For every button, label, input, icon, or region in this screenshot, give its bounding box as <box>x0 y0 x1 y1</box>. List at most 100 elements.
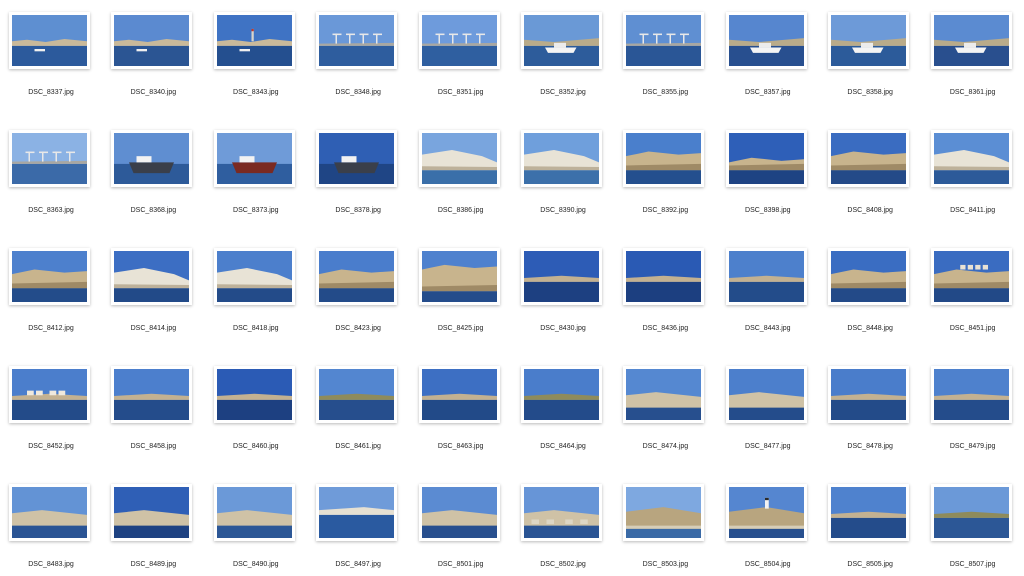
photo-tile[interactable]: DSC_8343.jpg <box>205 8 307 126</box>
photo-thumbnail[interactable] <box>111 12 193 69</box>
photo-tile[interactable]: DSC_8497.jpg <box>307 480 409 576</box>
photo-tile[interactable]: DSC_8474.jpg <box>614 362 716 480</box>
photo-thumbnail[interactable] <box>930 366 1012 423</box>
photo-tile[interactable]: DSC_8483.jpg <box>0 480 102 576</box>
photo-thumbnail[interactable] <box>725 248 807 305</box>
photo-thumbnail[interactable] <box>930 484 1012 541</box>
photo-tile[interactable]: DSC_8451.jpg <box>922 244 1024 362</box>
photo-tile[interactable]: DSC_8411.jpg <box>922 126 1024 244</box>
photo-thumbnail[interactable] <box>9 366 90 423</box>
photo-thumbnail[interactable] <box>213 130 295 187</box>
photo-tile[interactable]: DSC_8501.jpg <box>410 480 512 576</box>
photo-thumbnail[interactable] <box>111 248 193 305</box>
photo-tile[interactable]: DSC_8423.jpg <box>307 244 409 362</box>
photo-tile[interactable]: DSC_8386.jpg <box>410 126 512 244</box>
photo-thumbnail[interactable] <box>418 130 500 187</box>
photo-tile[interactable]: DSC_8430.jpg <box>512 244 614 362</box>
photo-thumbnail[interactable] <box>9 130 90 187</box>
photo-thumbnail[interactable] <box>828 130 910 187</box>
photo-thumbnail[interactable] <box>930 12 1012 69</box>
photo-thumbnail[interactable] <box>418 12 500 69</box>
photo-tile[interactable]: DSC_8464.jpg <box>512 362 614 480</box>
photo-tile[interactable]: DSC_8352.jpg <box>512 8 614 126</box>
photo-thumbnail[interactable] <box>930 248 1012 305</box>
photo-thumbnail[interactable] <box>828 366 910 423</box>
photo-thumbnail[interactable] <box>213 484 295 541</box>
photo-tile[interactable]: DSC_8398.jpg <box>717 126 819 244</box>
photo-tile[interactable]: DSC_8478.jpg <box>819 362 921 480</box>
photo-tile[interactable]: DSC_8443.jpg <box>717 244 819 362</box>
photo-thumbnail[interactable] <box>828 248 910 305</box>
photo-tile[interactable]: DSC_8461.jpg <box>307 362 409 480</box>
photo-tile[interactable]: DSC_8503.jpg <box>614 480 716 576</box>
photo-thumbnail[interactable] <box>521 12 602 69</box>
photo-tile[interactable]: DSC_8436.jpg <box>614 244 716 362</box>
photo-tile[interactable]: DSC_8448.jpg <box>819 244 921 362</box>
photo-tile[interactable]: DSC_8355.jpg <box>614 8 716 126</box>
photo-thumbnail[interactable] <box>623 130 705 187</box>
photo-tile[interactable]: DSC_8507.jpg <box>922 480 1024 576</box>
photo-tile[interactable]: DSC_8418.jpg <box>205 244 307 362</box>
photo-thumbnail[interactable] <box>316 248 398 305</box>
photo-thumbnail[interactable] <box>9 248 90 305</box>
photo-tile[interactable]: DSC_8458.jpg <box>102 362 204 480</box>
photo-tile[interactable]: DSC_8477.jpg <box>717 362 819 480</box>
photo-thumbnail[interactable] <box>725 366 807 423</box>
photo-tile[interactable]: DSC_8361.jpg <box>922 8 1024 126</box>
photo-thumbnail[interactable] <box>213 12 295 69</box>
photo-thumbnail[interactable] <box>111 130 193 187</box>
photo-tile[interactable]: DSC_8452.jpg <box>0 362 102 480</box>
photo-thumbnail[interactable] <box>213 248 295 305</box>
photo-tile[interactable]: DSC_8358.jpg <box>819 8 921 126</box>
photo-thumbnail[interactable] <box>725 484 807 541</box>
photo-thumbnail[interactable] <box>316 484 398 541</box>
photo-tile[interactable]: DSC_8351.jpg <box>410 8 512 126</box>
photo-thumbnail[interactable] <box>316 366 398 423</box>
photo-thumbnail[interactable] <box>828 484 910 541</box>
photo-tile[interactable]: DSC_8373.jpg <box>205 126 307 244</box>
photo-thumbnail[interactable] <box>418 484 500 541</box>
photo-thumbnail[interactable] <box>521 248 602 305</box>
photo-thumbnail[interactable] <box>623 484 705 541</box>
photo-tile[interactable]: DSC_8368.jpg <box>102 126 204 244</box>
photo-thumbnail[interactable] <box>521 366 602 423</box>
photo-tile[interactable]: DSC_8463.jpg <box>410 362 512 480</box>
photo-tile[interactable]: DSC_8504.jpg <box>717 480 819 576</box>
photo-tile[interactable]: DSC_8414.jpg <box>102 244 204 362</box>
photo-thumbnail[interactable] <box>623 366 705 423</box>
photo-tile[interactable]: DSC_8412.jpg <box>0 244 102 362</box>
photo-thumbnail[interactable] <box>111 366 193 423</box>
photo-tile[interactable]: DSC_8378.jpg <box>307 126 409 244</box>
photo-tile[interactable]: DSC_8390.jpg <box>512 126 614 244</box>
photo-tile[interactable]: DSC_8392.jpg <box>614 126 716 244</box>
photo-tile[interactable]: DSC_8337.jpg <box>0 8 102 126</box>
photo-thumbnail[interactable] <box>725 12 807 69</box>
photo-tile[interactable]: DSC_8348.jpg <box>307 8 409 126</box>
photo-thumbnail[interactable] <box>521 484 602 541</box>
photo-thumbnail[interactable] <box>213 366 295 423</box>
photo-thumbnail[interactable] <box>521 130 602 187</box>
photo-thumbnail[interactable] <box>418 248 500 305</box>
photo-thumbnail[interactable] <box>316 130 398 187</box>
photo-tile[interactable]: DSC_8363.jpg <box>0 126 102 244</box>
photo-thumbnail[interactable] <box>623 12 705 69</box>
photo-thumbnail[interactable] <box>828 12 910 69</box>
photo-thumbnail[interactable] <box>111 484 193 541</box>
photo-thumbnail[interactable] <box>623 248 705 305</box>
photo-tile[interactable]: DSC_8490.jpg <box>205 480 307 576</box>
photo-tile[interactable]: DSC_8505.jpg <box>819 480 921 576</box>
photo-tile[interactable]: DSC_8340.jpg <box>102 8 204 126</box>
photo-tile[interactable]: DSC_8357.jpg <box>717 8 819 126</box>
photo-tile[interactable]: DSC_8489.jpg <box>102 480 204 576</box>
photo-thumbnail[interactable] <box>725 130 807 187</box>
photo-tile[interactable]: DSC_8479.jpg <box>922 362 1024 480</box>
photo-thumbnail[interactable] <box>418 366 500 423</box>
photo-tile[interactable]: DSC_8460.jpg <box>205 362 307 480</box>
photo-thumbnail[interactable] <box>316 12 398 69</box>
photo-tile[interactable]: DSC_8408.jpg <box>819 126 921 244</box>
photo-tile[interactable]: DSC_8502.jpg <box>512 480 614 576</box>
photo-tile[interactable]: DSC_8425.jpg <box>410 244 512 362</box>
photo-thumbnail[interactable] <box>9 484 90 541</box>
photo-thumbnail[interactable] <box>930 130 1012 187</box>
photo-thumbnail[interactable] <box>9 12 90 69</box>
